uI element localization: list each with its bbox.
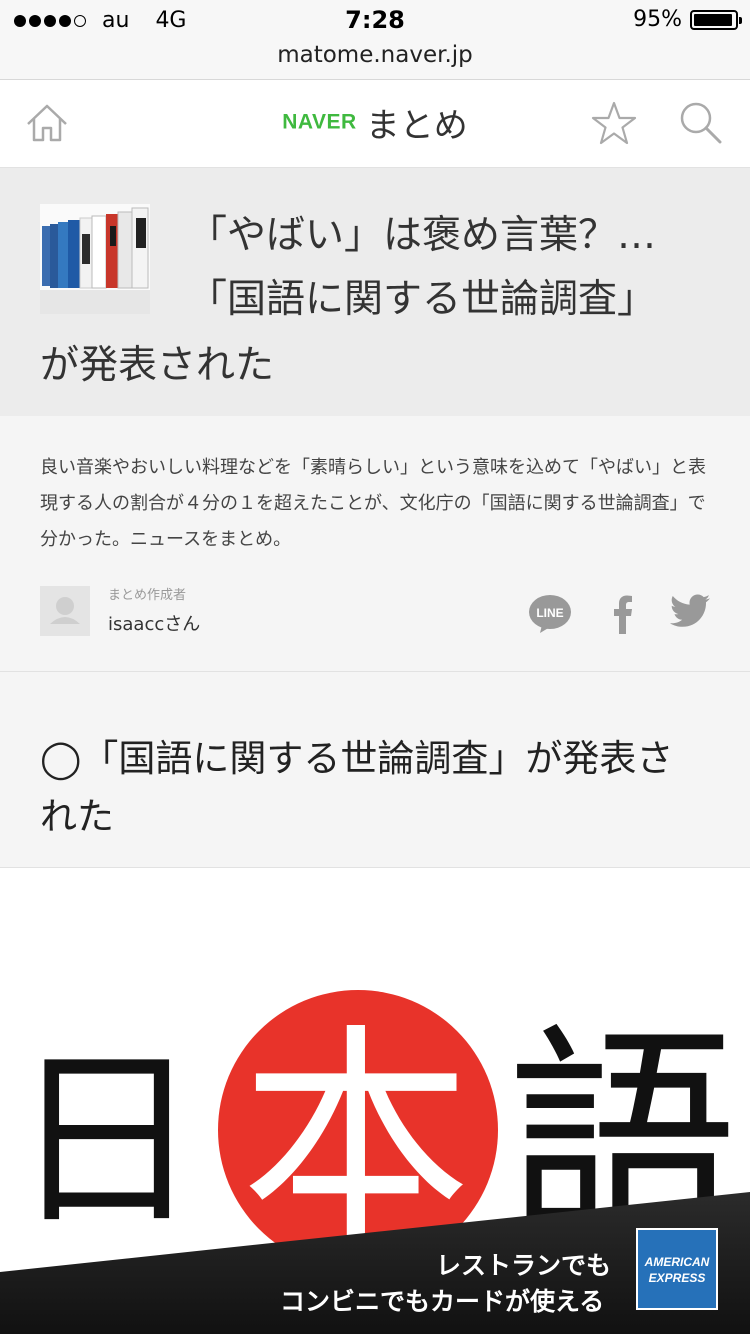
section-heading-line: ◯「国語に関する世論調査」が発表さ — [40, 737, 674, 780]
twitter-icon[interactable] — [670, 594, 710, 630]
url-bar[interactable]: matome.naver.jp — [0, 40, 750, 80]
article-summary: 良い音楽やおいしい料理などを「素晴らしい」という意味を込めて「やばい」と表現する… — [0, 416, 750, 672]
url-text[interactable]: matome.naver.jp — [277, 42, 473, 68]
brand-naver: NAVER — [282, 110, 357, 134]
battery-fill — [694, 13, 732, 26]
article-description: 良い音楽やおいしい料理などを「素晴らしい」という意味を込めて「やばい」と表現する… — [40, 457, 706, 550]
dictionary-books-image — [40, 204, 150, 314]
user-avatar-icon — [40, 586, 90, 636]
line-label: LINE — [536, 606, 563, 620]
article-title-line: 「やばい」は褒め言葉？… — [188, 213, 657, 258]
battery-percent: 95% — [633, 7, 682, 32]
star-icon[interactable] — [590, 100, 638, 148]
site-header: NAVER まとめ — [0, 80, 750, 168]
facebook-icon[interactable] — [612, 594, 634, 634]
article-title-line: 「国語に関する世論調査」 — [188, 277, 657, 322]
avatar[interactable] — [40, 586, 90, 636]
amex-logo: AMERICAN EXPRESS — [636, 1228, 718, 1310]
status-right: 95% — [633, 7, 742, 32]
author-name[interactable]: isaaccさん — [108, 610, 200, 636]
section-heading-line: れた — [40, 795, 114, 838]
article-title-line: が発表された — [40, 343, 275, 388]
author-caption: まとめ作成者 — [108, 588, 187, 603]
search-icon[interactable] — [678, 100, 722, 144]
ad-banner[interactable]: レストランでも コンビニでもカードが使える AMERICAN EXPRESS — [0, 1184, 750, 1334]
amex-logo-line: EXPRESS — [648, 1271, 706, 1285]
battery-icon — [690, 9, 742, 30]
ad-text-line: コンビニでもカードが使える — [280, 1287, 605, 1316]
article-thumbnail[interactable] — [40, 204, 150, 314]
amex-logo-line: AMERICAN — [644, 1255, 710, 1269]
section-heading: ◯「国語に関する世論調査」が発表さ れた — [0, 672, 750, 868]
article-title-block: 「やばい」は褒め言葉？… 「国語に関する世論調査」 が発表された — [0, 168, 750, 416]
status-bar: au 4G 7:28 95% — [0, 0, 750, 40]
brand-matome: まとめ — [365, 106, 468, 146]
ad-text-line: レストランでも — [436, 1251, 612, 1280]
line-share-icon[interactable]: LINE — [528, 594, 572, 634]
